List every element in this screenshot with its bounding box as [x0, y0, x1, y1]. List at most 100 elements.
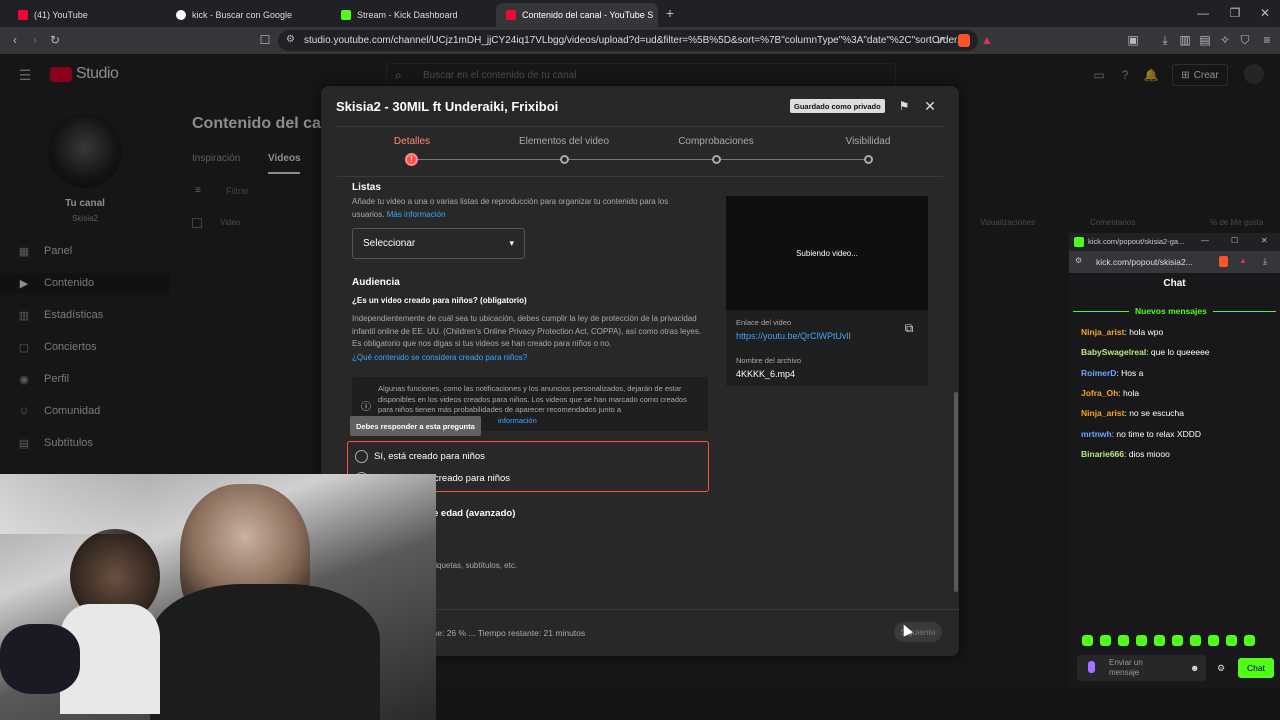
popout-title: kick.com/popout/skisia2-ga... — [1088, 237, 1185, 246]
chat-text: : no time to relax XDDD — [1111, 428, 1201, 439]
audience-question: ¿Es un video creado para niños? (obligat… — [352, 296, 527, 305]
option-yes-label: Sí, está creado para niños — [374, 451, 485, 462]
minimize-window-icon[interactable]: — — [1196, 6, 1210, 20]
close-icon[interactable]: ✕ — [1261, 236, 1268, 245]
filename: 4KKKK_6.mp4 — [736, 369, 796, 379]
maximize-icon[interactable]: ☐ — [1231, 236, 1238, 245]
emote-icon[interactable] — [1190, 635, 1201, 646]
chat-username[interactable]: mrtnwh — [1081, 429, 1112, 439]
wallet-icon[interactable]: ▤ — [1198, 33, 1212, 47]
step-visibility[interactable]: Visibilidad — [808, 136, 928, 147]
send-chat-button[interactable]: Chat — [1238, 658, 1274, 678]
microphone-icon[interactable] — [1088, 661, 1095, 673]
close-dialog-icon[interactable]: ✕ — [922, 98, 938, 114]
browser-tab[interactable]: kick - Buscar con Google — [166, 3, 331, 27]
chat-text: : no se escucha — [1124, 408, 1185, 419]
copy-icon[interactable]: ⧉ — [903, 321, 915, 335]
chat-username[interactable]: Binarie666 — [1081, 449, 1124, 459]
chat-username[interactable]: Jofra_Oh — [1081, 388, 1118, 398]
person-shirt — [150, 584, 380, 720]
brave-rewards-icon[interactable]: ▲ — [1239, 256, 1247, 265]
step-checks[interactable]: Comprobaciones — [656, 136, 776, 147]
tab-title: Stream - Kick Dashboard — [357, 10, 458, 20]
extensions-icon[interactable]: ✧ — [1218, 33, 1232, 47]
tab-title: Contenido del canal - YouTube S — [522, 10, 654, 20]
stepper-line — [411, 159, 868, 160]
emote-icon[interactable] — [1226, 635, 1237, 646]
vpn-icon[interactable]: ⛉ — [1238, 33, 1252, 47]
chat-message: Binarie666: dios miooo — [1081, 449, 1170, 459]
chat-username[interactable]: Ninja_arist — [1081, 408, 1124, 418]
menu-icon[interactable]: ≡ — [1260, 33, 1274, 47]
reload-icon[interactable]: ↻ — [48, 33, 62, 47]
webcam-overlay — [0, 474, 436, 720]
emote-icon[interactable] — [1100, 635, 1111, 646]
emote-icon[interactable] — [1244, 635, 1255, 646]
brave-rewards-icon[interactable]: ▲ — [980, 33, 994, 47]
youtube-favicon-icon — [18, 10, 28, 20]
more-info-link[interactable]: Más información — [387, 210, 446, 219]
brave-shield-icon[interactable] — [958, 34, 970, 47]
browser-tab-active[interactable]: Contenido del canal - YouTube S ✕ — [496, 3, 658, 27]
maximize-window-icon[interactable]: ❐ — [1228, 6, 1242, 20]
emote-icon[interactable] — [1082, 635, 1093, 646]
step-details[interactable]: Detalles — [352, 136, 472, 147]
chat-input[interactable]: Enviar un mensaje ☻ — [1077, 655, 1206, 681]
info-link[interactable]: información — [498, 415, 537, 428]
chat-input-placeholder: Enviar un mensaje — [1109, 658, 1143, 677]
url-text: studio.youtube.com/channel/UCjz1mDH_jjCY… — [304, 35, 966, 46]
popout-addressbar: ⚙ kick.com/popout/skisia2... ▲ ⤓ — [1069, 251, 1280, 273]
chat-username[interactable]: BabySwagelreal — [1081, 347, 1146, 357]
download-icon[interactable]: ⤓ — [1158, 33, 1172, 47]
forward-icon[interactable]: › — [28, 33, 42, 47]
share-icon[interactable]: ↗ — [934, 33, 948, 47]
new-tab-icon[interactable]: + — [663, 5, 677, 21]
chat-text: : que lo queeeee — [1146, 347, 1210, 358]
chat-username[interactable]: RoimerD — [1081, 368, 1116, 378]
site-info-icon[interactable]: ⚙ — [286, 34, 295, 45]
google-favicon-icon — [176, 10, 186, 20]
info-text: Algunas funciones, como las notificacion… — [378, 384, 687, 414]
radio-button[interactable] — [355, 450, 368, 463]
emoji-icon[interactable]: ☻ — [1190, 663, 1199, 673]
more-options-text: tiquetas, subtítulos, etc. — [433, 561, 518, 570]
sidebar-icon[interactable]: ▥ — [1178, 33, 1192, 47]
kick-favicon-icon — [1074, 237, 1084, 247]
emote-icon[interactable] — [1118, 635, 1129, 646]
close-window-icon[interactable]: ✕ — [1258, 6, 1272, 20]
video-info-card: Enlace del video https://youtu.be/QrClWP… — [726, 310, 928, 386]
emote-icon[interactable] — [1208, 635, 1219, 646]
popout-url[interactable]: kick.com/popout/skisia2... — [1096, 257, 1193, 267]
address-bar[interactable]: ⚙ studio.youtube.com/channel/UCjz1mDH_jj… — [278, 30, 978, 51]
emote-icon[interactable] — [1136, 635, 1147, 646]
emote-icon[interactable] — [1154, 635, 1165, 646]
kick-chat-popout: kick.com/popout/skisia2-ga... — ☐ ✕ ⚙ ki… — [1069, 233, 1280, 688]
scrollbar-thumb[interactable] — [954, 392, 958, 592]
step-video-elements[interactable]: Elementos del video — [504, 136, 624, 147]
radio-option-yes[interactable]: Sí, está creado para niños — [355, 450, 485, 463]
minimize-icon[interactable]: — — [1201, 236, 1209, 245]
back-icon[interactable]: ‹ — [8, 33, 22, 47]
video-link[interactable]: https://youtu.be/QrClWPtUvlI — [736, 331, 851, 341]
chat-text: : Hos a — [1116, 367, 1144, 378]
browser-tab[interactable]: (41) YouTube — [8, 3, 168, 27]
report-icon[interactable]: ⚑ — [896, 98, 912, 114]
chat-username[interactable]: Ninja_arist — [1081, 327, 1124, 337]
playlist-select[interactable]: Seleccionar ▾ — [352, 228, 525, 259]
brave-shield-icon[interactable] — [1219, 256, 1228, 267]
dialog-title: Skisia2 - 30MIL ft Underaiki, Frixiboi — [336, 99, 559, 114]
age-restriction-heading[interactable]: e edad (avanzado) — [433, 508, 515, 519]
screenshot-icon[interactable]: ▣ — [1126, 33, 1140, 47]
browser-toolbar: ‹ › ↻ ☐ ⚙ studio.youtube.com/channel/UCj… — [0, 27, 1280, 54]
bookmark-icon[interactable]: ☐ — [258, 33, 272, 47]
browser-tab[interactable]: Stream - Kick Dashboard — [331, 3, 496, 27]
chat-message: Jofra_Oh: hola — [1081, 388, 1139, 398]
settings-gear-icon[interactable]: ⚙ — [1217, 663, 1225, 674]
chat-message: mrtnwh: no time to relax XDDD — [1081, 429, 1201, 439]
site-info-icon[interactable]: ⚙ — [1075, 256, 1082, 265]
scrollbar-track[interactable] — [954, 182, 958, 607]
download-icon[interactable]: ⤓ — [1263, 256, 1267, 267]
emote-icon[interactable] — [1172, 635, 1183, 646]
popout-titlebar: kick.com/popout/skisia2-ga... — ☐ ✕ — [1069, 233, 1280, 251]
kids-content-link[interactable]: ¿Qué contenido se considera creado para … — [352, 352, 527, 365]
